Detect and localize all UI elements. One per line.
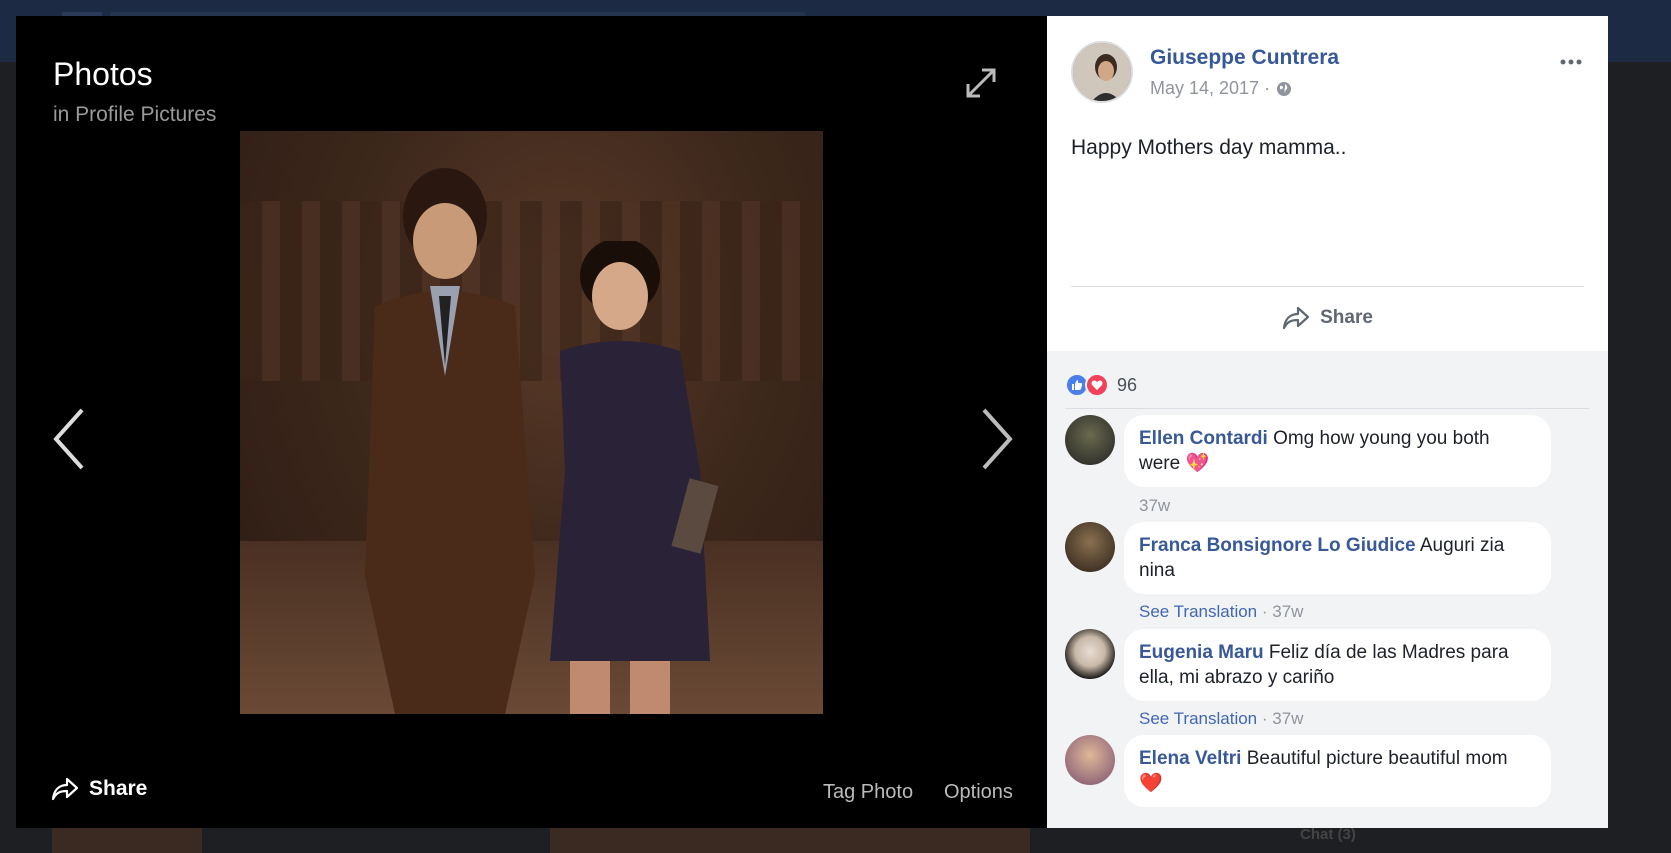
commenter-name[interactable]: Franca Bonsignore Lo Giudice [1139,535,1416,556]
comment-bubble: Ellen Contardi Omg how young you both we… [1124,415,1551,488]
viewer-share-button[interactable]: Share [51,776,147,802]
heart-emoji: ❤️ [1139,773,1163,795]
comment-bubble: Elena Veltri Beautiful picture beautiful… [1124,735,1551,808]
commenter-name[interactable]: Eugenia Maru [1139,642,1264,663]
comments-section: 96 Ellen Contardi Omg how young you both… [1047,351,1608,828]
commenter-avatar[interactable] [1065,522,1115,572]
author-avatar[interactable] [1071,41,1133,103]
expand-icon[interactable] [962,64,1000,102]
comment-footer: 37w [1139,496,1170,516]
background-strip [52,828,202,853]
post-date[interactable]: May 14, 2017 · [1150,78,1270,99]
comment-time[interactable]: 37w [1139,496,1170,515]
viewer-album-link[interactable]: in Profile Pictures [53,103,216,127]
share-icon [1282,306,1310,330]
post-meta: May 14, 2017 · [1150,78,1292,99]
commenter-avatar[interactable] [1065,735,1115,785]
post-header: Giuseppe Cuntrera May 14, 2017 · Happy M… [1047,16,1608,351]
comment-text: Beautiful picture beautiful mom [1246,748,1508,769]
divider [1071,286,1584,287]
photo-viewer: Photos in Profile Pictures Share Tag Pho… [16,16,1047,828]
globe-icon[interactable] [1276,81,1292,97]
author-name[interactable]: Giuseppe Cuntrera [1150,46,1339,70]
love-reaction-icon [1085,373,1109,397]
comment-footer: See Translation · 37w [1139,602,1303,622]
reactions-summary[interactable]: 96 [1065,373,1137,397]
author-avatar-image [1073,43,1131,101]
share-icon [51,777,79,801]
comment-bubble: Franca Bonsignore Lo Giudice Auguri zia … [1124,522,1551,594]
post-share-label: Share [1320,307,1373,328]
comment-bubble: Eugenia Maru Feliz día de las Madres par… [1124,629,1551,701]
commenter-avatar[interactable] [1065,415,1115,465]
heart-emoji: 💖 [1185,453,1210,475]
see-translation-link[interactable]: See Translation [1139,709,1257,728]
background-strip [550,828,1030,853]
post-share-button[interactable]: Share [1047,296,1608,340]
comment-time[interactable]: · 37w [1262,709,1304,728]
options-button[interactable]: Options [944,781,1013,804]
comment-time[interactable]: · 37w [1262,602,1304,621]
commenter-name[interactable]: Elena Veltri [1139,748,1241,769]
background-chat: Chat (3) [1300,826,1356,843]
tag-photo-button[interactable]: Tag Photo [823,781,913,804]
commenter-name[interactable]: Ellen Contardi [1139,428,1268,449]
post-sidebar: Giuseppe Cuntrera May 14, 2017 · Happy M… [1047,16,1608,828]
see-translation-link[interactable]: See Translation [1139,602,1257,621]
profile-photo [240,131,823,714]
viewer-title: Photos [53,56,153,92]
post-text: Happy Mothers day mamma.. [1071,136,1347,159]
more-options-icon[interactable] [1553,52,1589,72]
previous-photo-icon[interactable] [48,404,92,474]
reaction-count: 96 [1117,374,1138,395]
comment-footer: See Translation · 37w [1139,709,1303,729]
viewer-share-label: Share [89,777,148,800]
commenter-avatar[interactable] [1065,629,1115,679]
divider [1065,408,1589,409]
photo-woman [550,241,719,714]
next-photo-icon[interactable] [974,404,1018,474]
